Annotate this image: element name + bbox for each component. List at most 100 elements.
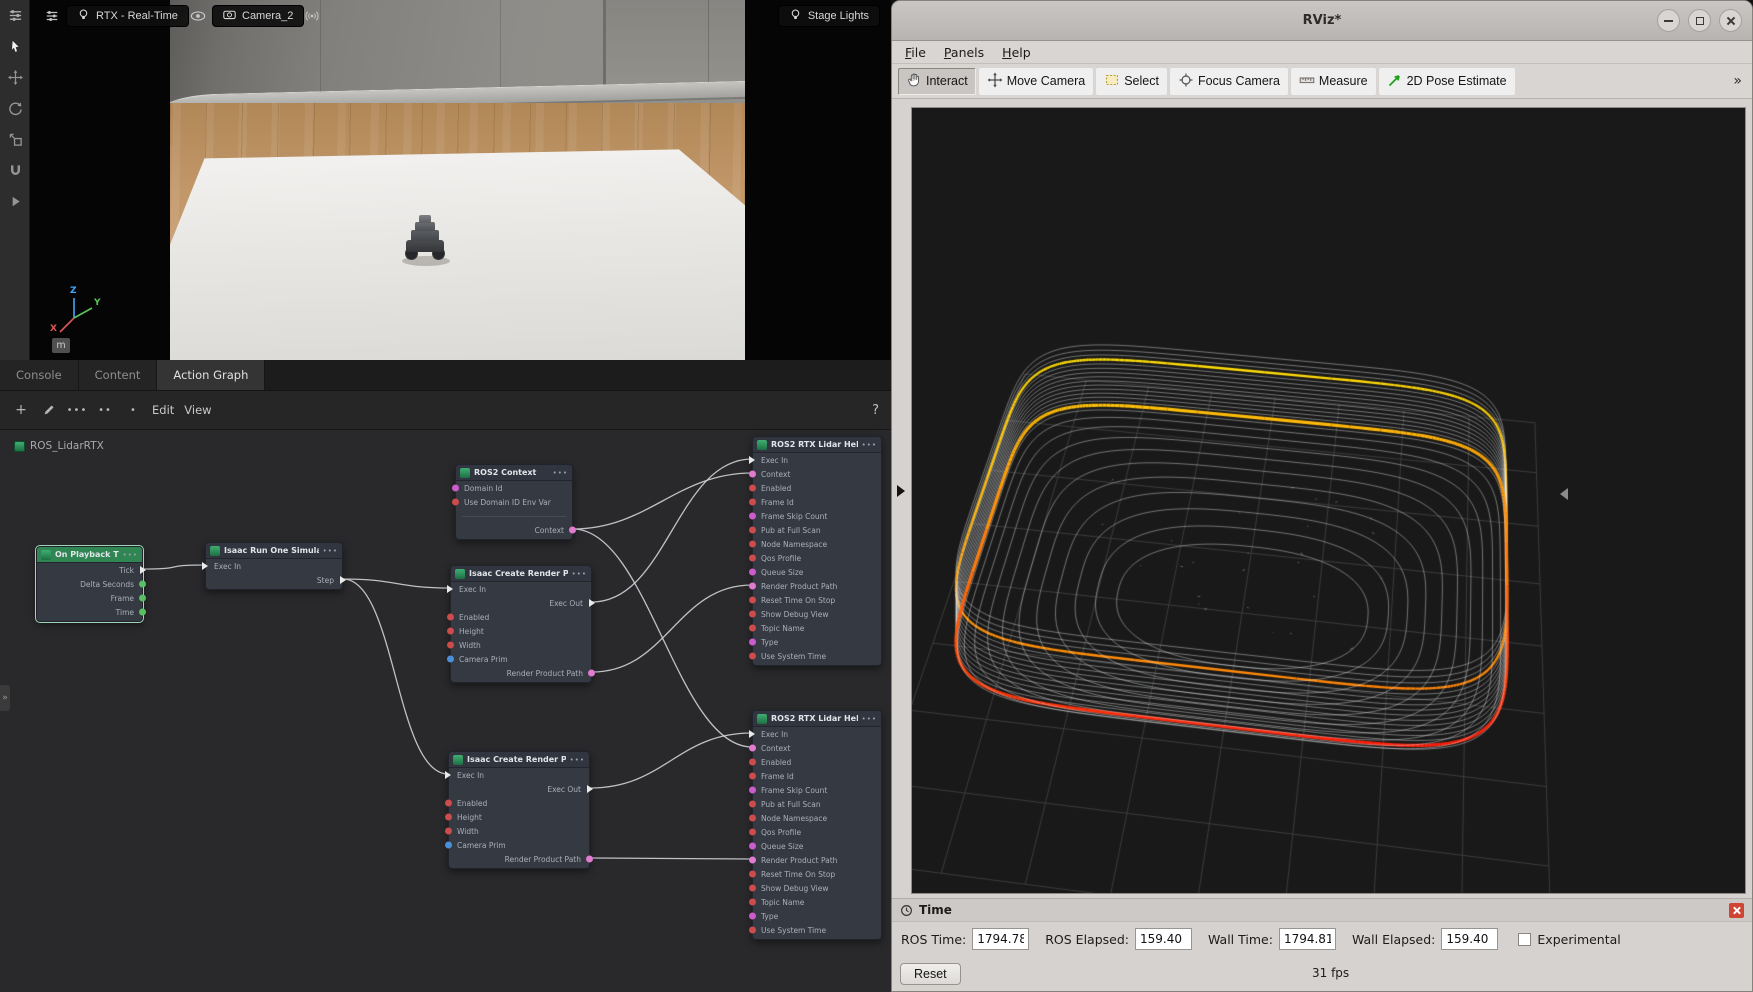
input-port[interactable] xyxy=(445,814,452,821)
graph-node-ros2-context[interactable]: ROS2 Context•••Domain IdUse Domain ID En… xyxy=(455,464,573,540)
output-port[interactable] xyxy=(139,609,146,616)
input-port[interactable] xyxy=(749,787,756,794)
menu-edit[interactable]: Edit xyxy=(152,403,174,417)
menu-help[interactable]: Help xyxy=(993,43,1040,62)
input-port[interactable] xyxy=(749,471,756,478)
input-port[interactable] xyxy=(749,773,756,780)
input-port[interactable] xyxy=(749,456,755,464)
options-dots-button[interactable] xyxy=(124,401,142,419)
input-port[interactable] xyxy=(447,614,454,621)
tool-move-icon[interactable] xyxy=(0,62,30,93)
toolbar-button-interact[interactable]: Interact xyxy=(898,68,976,95)
options-dots-button[interactable] xyxy=(96,401,114,419)
input-port[interactable] xyxy=(749,759,756,766)
input-port[interactable] xyxy=(749,899,756,906)
node-menu-dots-icon[interactable]: ••• xyxy=(862,441,877,449)
rviz-titlebar[interactable]: RViz* xyxy=(892,1,1752,41)
input-port[interactable] xyxy=(749,541,756,548)
input-port[interactable] xyxy=(445,828,452,835)
input-port[interactable] xyxy=(445,842,452,849)
input-port[interactable] xyxy=(445,800,452,807)
input-port[interactable] xyxy=(749,625,756,632)
input-port[interactable] xyxy=(452,499,459,506)
input-port[interactable] xyxy=(445,771,451,779)
wall-time-input[interactable] xyxy=(1279,928,1336,950)
input-port[interactable] xyxy=(749,730,755,738)
input-port[interactable] xyxy=(749,829,756,836)
node-menu-dots-icon[interactable]: ••• xyxy=(323,547,338,555)
panel-collapse-handle[interactable] xyxy=(0,685,10,711)
tool-scale-icon[interactable] xyxy=(0,124,30,155)
toolbar-overflow-chevron[interactable]: » xyxy=(1733,73,1746,89)
add-node-button[interactable]: + xyxy=(12,401,30,419)
edit-pencil-button[interactable] xyxy=(40,401,58,419)
graph-node-on-playback-tick[interactable]: On Playback Tick•••TickDelta SecondsFram… xyxy=(36,546,143,622)
input-port[interactable] xyxy=(749,513,756,520)
input-port[interactable] xyxy=(749,801,756,808)
minimize-button[interactable] xyxy=(1657,9,1680,32)
ros-elapsed-input[interactable] xyxy=(1135,928,1192,950)
options-dots-button[interactable] xyxy=(68,401,86,419)
toolbar-button-move-camera[interactable]: Move Camera xyxy=(979,68,1094,95)
input-port[interactable] xyxy=(749,597,756,604)
tool-snap-icon[interactable] xyxy=(0,155,30,186)
menu-panels[interactable]: Panels xyxy=(935,43,993,62)
toolbar-button-2d-pose-estimate[interactable]: 2D Pose Estimate xyxy=(1379,68,1515,95)
node-menu-dots-icon[interactable]: ••• xyxy=(570,756,585,764)
input-port[interactable] xyxy=(447,656,454,663)
input-port[interactable] xyxy=(749,653,756,660)
node-menu-dots-icon[interactable]: ••• xyxy=(553,469,568,477)
input-port[interactable] xyxy=(749,485,756,492)
panel-close-button[interactable] xyxy=(1729,903,1744,918)
input-port[interactable] xyxy=(749,857,756,864)
tab-console[interactable]: Console xyxy=(0,360,79,390)
experimental-checkbox[interactable] xyxy=(1518,933,1531,946)
graph-node-isaac-create-render-product-1[interactable]: Isaac Create Render Product•••Exec InExe… xyxy=(450,565,592,683)
toolbar-button-measure[interactable]: Measure xyxy=(1291,68,1376,95)
input-port[interactable] xyxy=(749,927,756,934)
stage-lights-button[interactable]: Stage Lights xyxy=(778,5,880,27)
menu-view[interactable]: View xyxy=(184,403,211,417)
input-port[interactable] xyxy=(447,585,453,593)
renderer-mode-button[interactable]: RTX - Real-Time xyxy=(66,5,189,27)
output-port[interactable] xyxy=(588,670,595,677)
graph-node-ros2-rtx-lidar-helper-1[interactable]: ROS2 RTX Lidar Helper•••Exec InContextEn… xyxy=(752,436,882,666)
tool-play-icon[interactable] xyxy=(0,186,30,217)
panel-collapse-handle-left[interactable] xyxy=(897,485,905,497)
input-port[interactable] xyxy=(749,583,756,590)
input-port[interactable] xyxy=(749,639,756,646)
graph-node-ros2-rtx-lidar-helper-2[interactable]: ROS2 RTX Lidar Helper•••Exec InContextEn… xyxy=(752,710,882,940)
time-panel-header[interactable]: Time xyxy=(892,898,1752,922)
input-port[interactable] xyxy=(447,642,454,649)
input-port[interactable] xyxy=(447,628,454,635)
reset-button[interactable]: Reset xyxy=(900,963,961,985)
toolbar-button-select[interactable]: Select xyxy=(1096,68,1167,95)
toolbar-button-focus-camera[interactable]: Focus Camera xyxy=(1170,68,1288,95)
input-port[interactable] xyxy=(202,562,208,570)
output-port[interactable] xyxy=(140,566,146,574)
graph-node-isaac-create-render-product-2[interactable]: Isaac Create Render Product•••Exec InExe… xyxy=(448,751,590,869)
audio-wireless-icon[interactable] xyxy=(302,7,322,25)
output-port[interactable] xyxy=(340,576,346,584)
input-port[interactable] xyxy=(749,745,756,752)
input-port[interactable] xyxy=(749,871,756,878)
node-menu-dots-icon[interactable]: ••• xyxy=(862,715,877,723)
input-port[interactable] xyxy=(749,611,756,618)
node-menu-dots-icon[interactable]: ••• xyxy=(123,551,138,559)
lidar-pointcloud-canvas[interactable] xyxy=(912,108,1745,893)
close-button[interactable] xyxy=(1719,9,1742,32)
help-button[interactable]: ? xyxy=(872,403,879,418)
menu-file[interactable]: File xyxy=(896,43,935,62)
input-port[interactable] xyxy=(749,885,756,892)
graph-node-isaac-run-one-simulation-frame[interactable]: Isaac Run One Simulation Frame•••Exec In… xyxy=(205,542,343,590)
input-port[interactable] xyxy=(749,569,756,576)
tool-pointer-icon[interactable] xyxy=(0,31,30,62)
tool-rotate-icon[interactable] xyxy=(0,93,30,124)
input-port[interactable] xyxy=(749,555,756,562)
tab-action-graph[interactable]: Action Graph xyxy=(157,360,265,390)
panel-collapse-handle-right[interactable] xyxy=(1560,488,1568,500)
output-port[interactable] xyxy=(569,527,576,534)
output-port[interactable] xyxy=(587,785,593,793)
visibility-eye-icon[interactable] xyxy=(188,7,208,25)
output-port[interactable] xyxy=(586,856,593,863)
